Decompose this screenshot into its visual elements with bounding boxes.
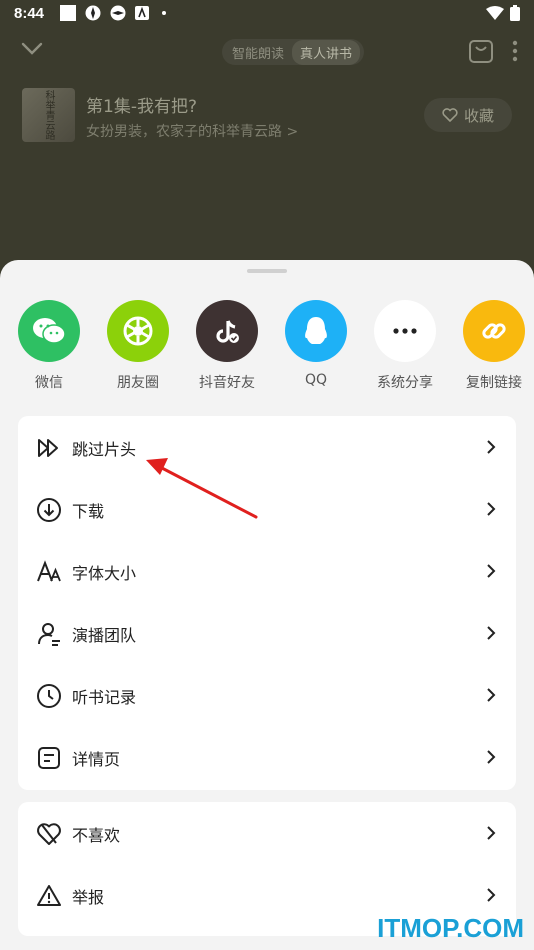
- bag-icon[interactable]: [468, 38, 494, 64]
- share-moments-label: 朋友圈: [117, 375, 159, 391]
- notification-app-icon-2: [110, 5, 126, 21]
- menu-item-label: 演播团队: [72, 626, 137, 645]
- more-vertical-icon[interactable]: [512, 40, 518, 62]
- book-subtitle: 女扮男装，农家子的科举青云路: [86, 124, 282, 140]
- chevron-right-icon: [487, 688, 496, 702]
- book-cover[interactable]: 科举青云路: [22, 88, 75, 142]
- chevron-right-icon: [487, 826, 496, 840]
- dislike-icon: [37, 823, 61, 845]
- menu-item-dislike[interactable]: 不喜欢: [18, 802, 516, 864]
- menu-item-label: 下载: [72, 502, 105, 521]
- mode-tab-human[interactable]: 真人讲书: [292, 39, 361, 65]
- chevron-down-icon[interactable]: [20, 40, 44, 58]
- notification-square-icon: [60, 5, 76, 21]
- menu-item-skip-intro[interactable]: 跳过片头: [18, 416, 516, 478]
- more-icon: [393, 328, 417, 334]
- moments-icon: [123, 316, 153, 346]
- book-cover-text: 科举青云路: [43, 90, 54, 140]
- book-subtitle-link[interactable]: 女扮男装，农家子的科举青云路 >: [86, 121, 298, 141]
- read-mode-switch: 智能朗读 真人讲书: [222, 39, 365, 65]
- menu-item-team[interactable]: 演播团队: [18, 602, 516, 664]
- share-douyin-label: 抖音好友: [199, 375, 255, 391]
- share-system[interactable]: 系统分享: [360, 300, 450, 392]
- chevron-right-icon: [487, 626, 496, 640]
- team-icon: [38, 623, 60, 646]
- share-moments[interactable]: 朋友圈: [93, 300, 183, 392]
- notification-dot-icon: [162, 11, 166, 15]
- mode-tab-tts[interactable]: 智能朗读: [232, 43, 284, 62]
- menu-item-label: 详情页: [72, 750, 121, 769]
- qq-icon: [305, 317, 327, 344]
- chevron-right-icon: [487, 888, 496, 902]
- menu-item-font-size[interactable]: 字体大小: [18, 540, 516, 602]
- share-wechat-label: 微信: [35, 375, 63, 391]
- book-title: 第1集-我有把?: [86, 97, 197, 117]
- status-notification-icons: [60, 5, 166, 21]
- favorite-button[interactable]: 收藏: [423, 98, 512, 132]
- menu-item-label: 跳过片头: [72, 440, 137, 459]
- share-system-label: 系统分享: [377, 375, 433, 391]
- share-copy-link-label: 复制链接: [466, 375, 522, 391]
- douyin-icon: [216, 320, 239, 343]
- notification-app-icon: [85, 5, 101, 21]
- menu-item-label: 字体大小: [72, 564, 137, 583]
- share-copy-link[interactable]: 复制链接: [449, 300, 534, 392]
- skip-intro-icon: [38, 439, 58, 457]
- options-card: 跳过片头 下载 字体大小 演播团队 听书记录 详情页: [18, 416, 516, 790]
- wifi-icon: [486, 6, 504, 20]
- sheet-drag-handle[interactable]: [247, 269, 287, 273]
- menu-item-label: 举报: [72, 888, 105, 907]
- menu-item-history[interactable]: 听书记录: [18, 664, 516, 726]
- watermark: ITMOP.COM: [377, 913, 524, 943]
- history-icon: [37, 684, 61, 708]
- favorite-label: 收藏: [463, 106, 494, 125]
- menu-item-detail[interactable]: 详情页: [18, 726, 516, 788]
- battery-icon: [510, 5, 520, 21]
- chevron-right-icon: [487, 440, 496, 454]
- status-time: 8:44: [14, 5, 45, 22]
- chevron-right-icon: [487, 502, 496, 516]
- font-size-icon: [37, 560, 61, 582]
- status-bar: 8:44: [0, 0, 534, 28]
- chevron-right-icon: [487, 750, 496, 764]
- more-options-sheet: 微信 朋友圈 抖音好友 QQ 系统分享 复制链接 跳过片头 下载 字体大小 演播…: [0, 260, 534, 950]
- menu-item-label: 不喜欢: [72, 826, 121, 845]
- report-icon: [37, 885, 61, 906]
- notification-a-icon: [135, 6, 149, 20]
- wechat-icon: [33, 318, 66, 344]
- book-info: 科举青云路 第1集-我有把? 女扮男装，农家子的科举青云路 > 收藏: [22, 88, 512, 144]
- link-icon: [482, 323, 506, 339]
- menu-item-download[interactable]: 下载: [18, 478, 516, 540]
- share-douyin[interactable]: 抖音好友: [182, 300, 272, 392]
- download-icon: [37, 498, 61, 522]
- menu-item-label: 听书记录: [72, 688, 137, 707]
- detail-icon: [38, 747, 60, 769]
- heart-icon: [442, 108, 458, 122]
- share-qq-label: QQ: [304, 372, 328, 388]
- share-targets-row: 微信 朋友圈 抖音好友 QQ 系统分享 复制链接: [0, 300, 534, 400]
- player-background: 8:44 智能朗读 真人讲书 科举青云路 第1集-我有把? 女扮男装，农家子的科…: [0, 0, 534, 270]
- share-qq[interactable]: QQ: [271, 300, 361, 388]
- share-wechat[interactable]: 微信: [4, 300, 94, 392]
- player-top-bar: 智能朗读 真人讲书: [0, 36, 534, 68]
- chevron-right-icon: [487, 564, 496, 578]
- subtitle-chevron-icon: >: [286, 124, 299, 140]
